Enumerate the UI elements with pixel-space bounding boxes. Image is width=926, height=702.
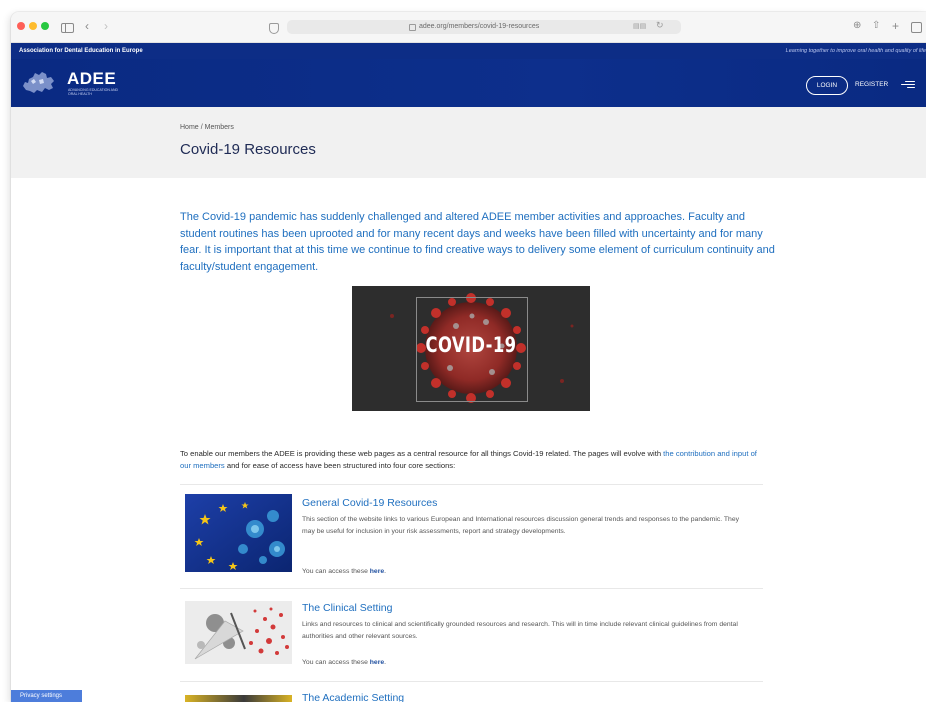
new-tab-icon[interactable]: + [892,19,899,33]
breadcrumb: Home / Members [180,123,234,132]
minimize-window-button[interactable] [29,22,37,30]
top-strip: Association for Dental Education in Euro… [11,43,926,59]
breadcrumb-current[interactable]: Members [205,124,234,131]
section-2-access-end: . [384,659,387,666]
breadcrumb-home-link[interactable]: Home [180,124,199,131]
translate-icon[interactable]: ▤▤ [633,22,646,30]
tagline: Learning together to improve oral health… [785,48,926,54]
sidebar-toggle-icon[interactable] [61,23,74,33]
europe-map-logo-icon[interactable] [20,68,58,96]
section-1-description: This section of the website links to var… [302,516,740,535]
section-divider [180,484,763,485]
browser-toolbar: ‹ › adee.org/members/covid-19-resources … [11,12,926,43]
close-window-button[interactable] [17,22,25,30]
section-2-here-link[interactable]: here [370,659,384,666]
share-icon[interactable]: ⇧ [872,19,880,33]
section-1-access-end: . [384,568,387,575]
section-3-image[interactable] [185,695,292,702]
zoom-window-button[interactable] [41,22,49,30]
page-title-band: Home / Members Covid-19 Resources [11,107,926,178]
section-2-image[interactable] [185,601,292,664]
section-divider [180,681,763,682]
hamburger-menu-icon[interactable] [901,81,915,89]
section-divider [180,588,763,589]
covid-image-text: COVID-19 [425,333,517,357]
address-bar-url[interactable]: adee.org/members/covid-19-resources [419,22,539,32]
register-link[interactable]: REGISTER [855,81,888,89]
logo-wordmark[interactable]: ADEE [67,70,116,88]
logo-subtext: ADVANCING EDUCATION AND ORAL HEALTH [68,88,119,96]
tab-overview-icon[interactable] [911,22,922,33]
browser-window: ‹ › adee.org/members/covid-19-resources … [11,12,926,702]
section-1-title[interactable]: General Covid-19 Resources [302,497,437,510]
page-title: Covid-19 Resources [180,141,316,158]
section-2-access: You can access these here. [302,658,386,667]
privacy-settings-button[interactable]: Privacy settings [11,690,82,702]
site-header: ADEE ADVANCING EDUCATION AND ORAL HEALTH… [11,59,926,107]
org-name: Association for Dental Education in Euro… [19,48,143,54]
section-1-access: You can access these here. [302,567,386,576]
lead-text-start: To enable our members the ADEE is provid… [180,449,664,458]
section-1-here-link[interactable]: here [370,568,384,575]
section-2-title[interactable]: The Clinical Setting [302,602,392,615]
section-2-access-text: You can access these [302,659,370,666]
back-icon[interactable]: ‹ [85,19,89,33]
section-3-title[interactable]: The Academic Setting [302,692,404,702]
breadcrumb-separator: / [200,124,203,131]
covid-hero-image: COVID-19 [352,286,590,411]
reload-icon[interactable]: ↻ [656,20,664,31]
forward-icon[interactable]: › [104,19,108,33]
lead-text-end: and for ease of access have been structu… [224,461,456,470]
intro-paragraph: The Covid-19 pandemic has suddenly chall… [180,211,775,273]
clinical-research-icon [185,601,292,664]
section-2-description: Links and resources to clinical and scie… [302,621,738,640]
eu-flag-virus-icon [185,494,292,572]
section-1-image[interactable] [185,494,292,572]
section-1-access-text: You can access these [302,568,370,575]
lock-icon [409,24,416,31]
login-button[interactable]: LOGIN [806,76,848,95]
lead-paragraph: To enable our members the ADEE is provid… [180,448,765,472]
privacy-shield-icon[interactable] [269,23,279,34]
download-icon[interactable]: ⊕ [853,19,861,33]
